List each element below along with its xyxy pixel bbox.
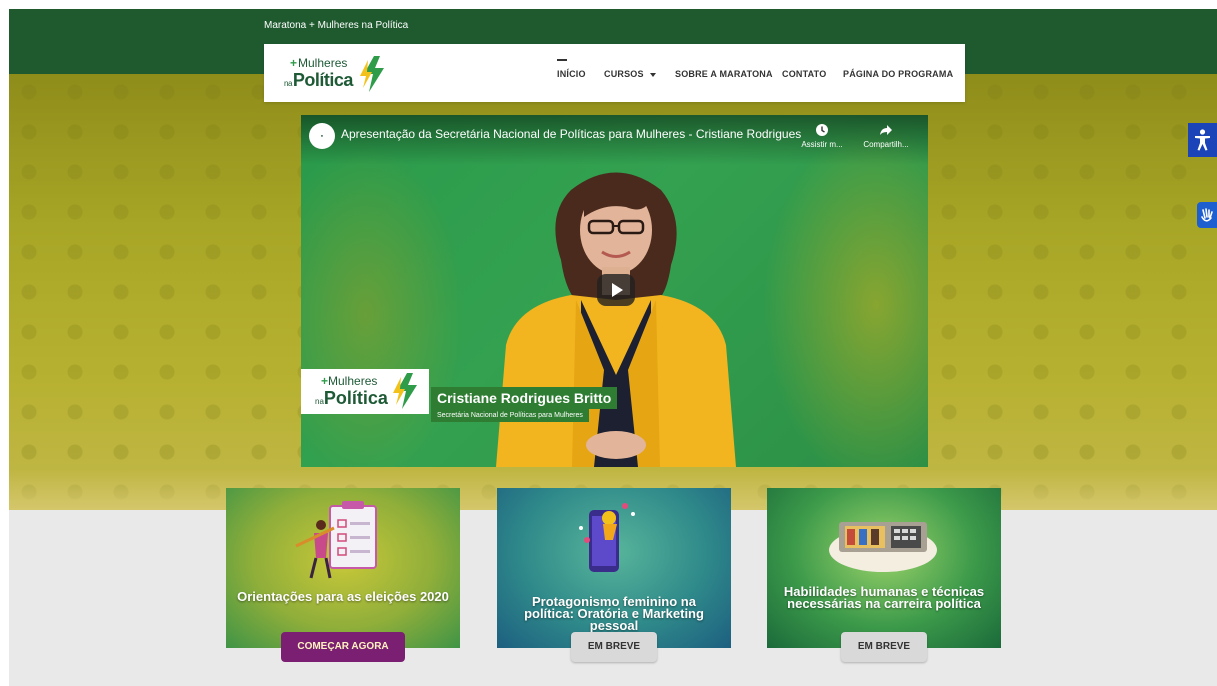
share-label: Compartilh... — [863, 140, 909, 149]
start-now-button[interactable]: COMEÇAR AGORA — [281, 632, 405, 662]
sign-language-hand-icon — [1201, 208, 1213, 222]
coming-soon-button[interactable]: EM BREVE — [841, 632, 927, 662]
page: Maratona + Mulheres na Política +Mulhere… — [9, 9, 1217, 686]
accessibility-button[interactable] — [1188, 123, 1217, 157]
lower-logo-line2: Política — [323, 388, 388, 408]
main-navbar: +Mulheres naPolítica INÍCIO CURSOS SOBRE… — [264, 44, 965, 102]
active-indicator — [557, 59, 567, 61]
phone-illustration — [579, 503, 635, 572]
caret-down-icon — [649, 72, 656, 77]
lightning-bolt-icon — [360, 56, 384, 92]
lower-logo-line1: Mulheres — [328, 374, 378, 388]
video-player[interactable]: ● Apresentação da Secretária Nacional de… — [301, 115, 928, 467]
logo-line2: Política — [292, 70, 354, 90]
share-button[interactable]: Compartilh... — [861, 123, 911, 149]
card-title: Protagonismo feminino na política: Orató… — [524, 594, 704, 633]
lower-third-logo: +Mulheres naPolítica — [301, 369, 429, 414]
voting-machine-illustration — [829, 522, 937, 572]
lower-third-role: Secretária Nacional de Políticas para Mu… — [431, 409, 589, 422]
logo-line1: Mulheres — [298, 56, 348, 70]
accessibility-icon — [1195, 129, 1210, 151]
logo-prefix: na — [284, 79, 292, 88]
site-logo[interactable]: +Mulheres naPolítica — [284, 54, 394, 94]
course-card-habilidades[interactable]: Habilidades humanas e técnicas necessári… — [767, 488, 1001, 648]
nav-contato[interactable]: CONTATO — [782, 69, 826, 79]
watch-later-label: Assistir m... — [801, 140, 843, 149]
nav-inicio[interactable]: INÍCIO — [557, 69, 586, 79]
lower-third-name: Cristiane Rodrigues Britto — [431, 387, 618, 409]
course-card-eleicoes[interactable]: Orientações para as eleições 2020 — [226, 488, 460, 648]
plus-icon: + — [321, 374, 329, 388]
sign-language-button[interactable] — [1197, 202, 1217, 228]
lower-logo-prefix: na — [315, 397, 324, 406]
card-title: Orientações para as eleições 2020 — [237, 589, 449, 604]
lightning-bolt-icon — [393, 373, 417, 409]
nav-cursos-label: CURSOS — [604, 69, 644, 79]
checklist-illustration — [295, 501, 377, 579]
play-icon[interactable] — [597, 274, 635, 306]
course-card-protagonismo[interactable]: Protagonismo feminino na política: Orató… — [497, 488, 731, 648]
channel-avatar[interactable]: ● — [309, 123, 335, 149]
watch-later-button[interactable]: Assistir m... — [797, 123, 847, 149]
card-title: Habilidades humanas e técnicas necessári… — [783, 584, 985, 611]
nav-cursos[interactable]: CURSOS — [604, 69, 656, 79]
nav-sobre-a-maratona[interactable]: SOBRE A MARATONA — [675, 69, 773, 79]
coming-soon-button[interactable]: EM BREVE — [571, 632, 657, 662]
plus-icon: + — [290, 56, 298, 70]
share-arrow-icon — [880, 125, 892, 135]
video-title[interactable]: Apresentação da Secretária Nacional de P… — [341, 127, 801, 141]
site-title: Maratona + Mulheres na Política — [264, 20, 409, 31]
clock-icon — [816, 124, 828, 136]
nav-pagina-do-programa[interactable]: PÁGINA DO PROGRAMA — [843, 69, 953, 79]
